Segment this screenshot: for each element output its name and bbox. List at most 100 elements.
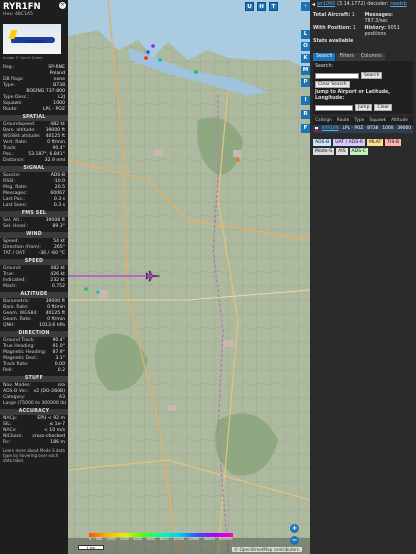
hex-value: 48C1A5 xyxy=(14,12,33,17)
tab-filters[interactable]: Filters xyxy=(336,53,357,61)
info-label[interactable]: Route: xyxy=(3,107,18,113)
section-title-speed[interactable]: SPEED xyxy=(0,259,68,265)
map[interactable]: U H T 0 500 1000 2000 4000 6000 8000 10000 20000… xyxy=(68,0,310,554)
info-row: Sel. Head.: 89.3° xyxy=(0,224,68,230)
stat-item: With Position: 1 xyxy=(313,26,362,38)
map-canvas[interactable] xyxy=(68,0,310,554)
source-chip: UAT / ADS-R xyxy=(333,139,366,146)
info-label[interactable]: Distance: xyxy=(3,158,25,164)
user-link[interactable]: wr1090 xyxy=(317,2,335,8)
map-button-u[interactable]: U xyxy=(245,2,254,11)
info-row: Roll: 0.2 xyxy=(0,368,68,374)
aircraft-marker[interactable] xyxy=(236,158,240,162)
side-button-i[interactable]: I xyxy=(301,96,310,105)
table-header: Callsign Route Type Squawk Altitude xyxy=(313,117,413,125)
version-label: (3.14.1772) xyxy=(337,1,366,7)
source-legend: ADS-B UAT / ADS-R MLAT TIS-B Mode-S AIS ADS-C xyxy=(313,139,413,155)
info-label[interactable]: Type: xyxy=(3,83,15,89)
section-title-altitude[interactable]: ALTITUDE xyxy=(0,292,68,298)
row-squawk: 1000 xyxy=(382,126,394,131)
section-title-spatial[interactable]: SPATIAL xyxy=(0,115,68,121)
aircraft-marker[interactable] xyxy=(158,58,162,62)
side-button-r[interactable]: R xyxy=(301,110,310,119)
close-icon[interactable]: × xyxy=(59,2,66,9)
flag-icon xyxy=(315,127,318,131)
legend-label: 20000 xyxy=(188,537,200,541)
stat-item: Total Aircraft: 1 xyxy=(313,13,362,25)
legend-label: 40000+ xyxy=(219,537,233,541)
clear-jump-button[interactable]: Clear xyxy=(374,104,393,111)
aircraft-list-panel: ◂ wr1090 (3.14.1772) decoder: readsb Tot… xyxy=(310,0,416,554)
map-button-h[interactable]: H xyxy=(257,2,266,11)
legend-label: 30000 xyxy=(203,537,215,541)
info-row: Route: LPL - POZ xyxy=(0,107,68,113)
decoder-link[interactable]: readsb xyxy=(390,2,406,8)
stat-value: 787.3/sec xyxy=(364,19,388,24)
section-title-accuracy[interactable]: ACCURACY xyxy=(0,409,68,415)
info-label[interactable]: Mach: xyxy=(3,284,17,290)
section-title-stuff[interactable]: STUFF xyxy=(0,376,68,382)
aircraft-photo[interactable] xyxy=(3,24,61,54)
column-header[interactable]: Route xyxy=(337,118,349,124)
side-button-m[interactable]: M xyxy=(301,66,310,75)
map-button-t[interactable]: T xyxy=(269,2,278,11)
legend-label: 1000 xyxy=(106,537,116,541)
section-title-signal[interactable]: SIGNAL xyxy=(0,166,68,172)
callsign: RYR1FN xyxy=(3,2,41,12)
zoom-out-button[interactable]: − xyxy=(290,536,299,545)
row-callsign[interactable]: RYR1FN xyxy=(322,126,339,132)
jump-button[interactable]: Jump xyxy=(355,104,373,111)
info-label[interactable]: Sel. Head.: xyxy=(3,224,28,230)
zoom-in-button[interactable]: + xyxy=(290,524,299,533)
stat-item: Stats available xyxy=(313,39,362,45)
search-input[interactable] xyxy=(315,72,359,79)
side-button-o[interactable]: O xyxy=(301,42,310,51)
map-attribution[interactable]: © OpenStreetMap contributors. xyxy=(232,547,303,552)
info-label[interactable]: QNH: xyxy=(3,323,15,329)
clear-search-button[interactable]: Clear Search xyxy=(315,81,350,88)
tab-columns[interactable]: Columns xyxy=(357,53,385,61)
section-title-direction[interactable]: DIRECTION xyxy=(0,331,68,337)
info-label[interactable]: Last Seen: xyxy=(3,203,27,209)
side-button-p[interactable]: P xyxy=(301,78,310,87)
section-title-wind[interactable]: WIND xyxy=(0,232,68,238)
column-header[interactable]: Type xyxy=(354,118,364,124)
legend-label: 4000 xyxy=(133,537,143,541)
aircraft-marker[interactable] xyxy=(194,70,198,74)
side-button-l[interactable]: L xyxy=(301,30,310,39)
chevron-left-icon[interactable]: ◂ xyxy=(312,1,315,8)
info-label[interactable]: Reg.: xyxy=(3,65,15,71)
side-button-f[interactable]: F xyxy=(301,124,310,133)
aircraft-marker[interactable] xyxy=(144,56,148,60)
info-value: 0.3 s xyxy=(53,203,65,208)
help-note: Learn more about Mode S data type by hov… xyxy=(3,448,65,463)
side-button-k[interactable]: K xyxy=(301,54,310,63)
column-header[interactable]: Squawk xyxy=(369,118,386,124)
hex-label: Hex: xyxy=(3,12,14,17)
column-header[interactable]: Callsign xyxy=(315,118,332,124)
aircraft-marker[interactable] xyxy=(96,290,100,294)
legend-label: 500 xyxy=(95,537,103,541)
info-value: 0.2 xyxy=(57,368,65,373)
registration-block: Reg.: SP-RNE Poland DB flags: none Type: B738 B… xyxy=(0,65,68,113)
info-label[interactable]: TAT / OAT: xyxy=(3,251,26,257)
aircraft-info-panel: RYR1FN Hex: 48C1A5 × Image © Gerrit Grie… xyxy=(0,0,68,554)
section-title-fms[interactable]: FMS SEL xyxy=(0,211,68,217)
aircraft-marker[interactable] xyxy=(151,44,155,48)
stat-label: Stats available xyxy=(313,39,354,44)
info-label[interactable]: Roll: xyxy=(3,368,13,374)
jump-input[interactable] xyxy=(315,104,353,111)
column-header[interactable]: Altitude xyxy=(391,118,408,124)
aircraft-marker[interactable] xyxy=(84,287,88,291)
aircraft-marker[interactable] xyxy=(146,50,150,54)
table-row[interactable]: RYR1FN LPL - POZ B738 1000 39000 xyxy=(313,125,413,133)
info-label[interactable]: Rc: xyxy=(3,440,10,446)
jump-label: Jump to Airport or Latitude, Longitude: xyxy=(315,90,391,101)
info-label[interactable]: Large (75000 to 300000 lb) xyxy=(3,401,66,407)
search-button[interactable]: Search xyxy=(361,72,383,79)
expand-panel-button[interactable]: › xyxy=(301,2,310,11)
info-value: 32.9 nmi xyxy=(44,158,65,163)
info-row: QNH: 1013.6 hPa xyxy=(0,323,68,329)
tab-search[interactable]: Search xyxy=(313,53,336,61)
search-label: Search: xyxy=(315,64,334,69)
